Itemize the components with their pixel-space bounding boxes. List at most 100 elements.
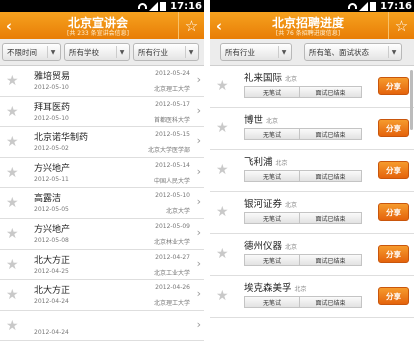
star-icon[interactable]: ★ <box>216 163 229 177</box>
back-button[interactable]: ‹ <box>0 12 18 39</box>
star-icon[interactable]: ★ <box>216 247 229 261</box>
interview-status: 面试已结束 <box>300 86 362 98</box>
industry-filter-dropdown[interactable]: 所有行业 ▼ <box>133 43 199 61</box>
seminar-row[interactable]: ★ 2012-04-24 › <box>0 310 204 341</box>
city-label: 北京 <box>275 160 288 167</box>
star-icon[interactable]: ★ <box>6 258 19 272</box>
battery-icon <box>160 1 167 11</box>
chevron-right-icon: › <box>196 256 201 270</box>
school-filter-dropdown[interactable]: 所有学校 ▼ <box>64 43 130 61</box>
city-label: 北京 <box>285 244 298 251</box>
publish-date: 2012-05-10 <box>34 84 69 91</box>
publish-date: 2012-04-24 <box>34 328 69 336</box>
university-name: 北京大学 <box>165 208 190 216</box>
seminar-date: 2012-05-09 <box>155 222 190 230</box>
written-exam-status: 无笔试 <box>244 254 300 266</box>
recruit-progress-screen: 17:16 ‹ 北京招聘进度 [共 76 条招聘进度信息] ☆ 所有行业 ▼ 所… <box>210 0 414 341</box>
seminar-row[interactable]: ★ 雅培贸易 2012-05-24 2012-05-10 北京理工大学 › <box>0 66 204 97</box>
progress-indicator: 无笔试 面试已结束 <box>244 128 362 140</box>
chevron-down-icon: ▼ <box>116 46 127 58</box>
back-button[interactable]: ‹ <box>210 12 228 39</box>
company-name-text: 德州仪器 <box>244 241 283 252</box>
seminar-screen: 17:16 ‹ 北京宣讲会 [共 233 条宣讲会信息] ☆ 不限时间 ▼ 所有… <box>0 0 204 341</box>
seminar-row[interactable]: ★ 北大方正 2012-04-27 2012-04-25 北京工业大学 › <box>0 249 204 281</box>
progress-row[interactable]: ★ 德州仪器 北京 无笔试 面试已结束 分享 <box>210 234 414 276</box>
chevron-down-icon: ▼ <box>185 46 196 58</box>
star-icon[interactable]: ★ <box>6 135 19 149</box>
written-exam-status: 无笔试 <box>244 170 300 182</box>
publish-date: 2012-04-25 <box>34 267 69 275</box>
written-exam-status: 无笔试 <box>244 296 300 308</box>
share-button[interactable]: 分享 <box>378 161 409 179</box>
wifi-icon <box>348 3 358 9</box>
star-icon[interactable]: ★ <box>216 289 229 303</box>
seminar-row[interactable]: ★ 高露洁 2012-05-10 2012-05-05 北京大学 › <box>0 188 204 219</box>
share-button[interactable]: 分享 <box>378 77 409 95</box>
company-name: 埃克森美孚 北京 <box>244 280 307 294</box>
seminar-date: 2012-04-27 <box>155 253 190 261</box>
publish-date: 2012-05-10 <box>34 114 69 122</box>
company-name-text: 银河证券 <box>244 199 283 210</box>
star-icon[interactable]: ★ <box>6 288 19 302</box>
industry-filter-label: 所有行业 <box>138 47 168 57</box>
battery-icon <box>370 1 377 11</box>
progress-row[interactable]: ★ 博世 北京无笔试 面试已结束 分享 <box>210 108 414 150</box>
company-name: 方兴地产 <box>34 163 71 174</box>
seminar-row[interactable]: ★ 拜耳医药 2012-05-17 2012-05-10 首都医科大学 › <box>0 96 204 128</box>
university-name: 首都医科大学 <box>153 116 190 124</box>
star-icon[interactable]: ★ <box>6 105 19 119</box>
written-exam-status: 无笔试 <box>244 86 300 98</box>
city-label: 北京 <box>266 118 279 125</box>
interview-status: 面试已结束 <box>300 296 362 308</box>
chevron-down-icon: ▼ <box>278 46 289 58</box>
star-icon[interactable]: ★ <box>6 196 19 210</box>
star-icon[interactable]: ★ <box>6 319 19 333</box>
company-name-text: 博世 <box>244 115 264 126</box>
company-name: 德州仪器 北京 <box>244 238 297 252</box>
seminar-date: 2012-05-10 <box>155 192 190 200</box>
progress-row[interactable]: ★ 礼来国际 北京 无笔试 面试已结束 分享 <box>210 66 414 108</box>
share-button[interactable]: 分享 <box>378 203 409 221</box>
share-button[interactable]: 分享 <box>378 287 409 305</box>
progress-row[interactable]: ★ 银河证券 北京 无笔试 面试已结束 分享 <box>210 192 414 234</box>
star-icon[interactable]: ★ <box>6 227 19 241</box>
exam-status-filter-dropdown[interactable]: 所有笔、面试状态 ▼ <box>304 43 402 61</box>
progress-indicator: 无笔试 面试已结束 <box>244 296 362 308</box>
city-label: 北京 <box>285 202 298 209</box>
company-name: 高露洁 <box>34 194 62 205</box>
star-icon[interactable]: ★ <box>6 74 19 88</box>
share-button[interactable]: 分享 <box>378 119 409 137</box>
publish-date: 2012-05-08 <box>34 236 69 244</box>
status-time: 17:16 <box>170 0 202 12</box>
star-icon[interactable]: ★ <box>216 79 229 93</box>
scrollbar[interactable] <box>410 70 413 130</box>
industry-filter-dropdown[interactable]: 所有行业 ▼ <box>220 43 292 61</box>
university-name: 北京林业大学 <box>153 238 190 246</box>
publish-date: 2012-05-05 <box>34 206 69 214</box>
company-name-text: 埃克森美孚 <box>244 283 292 294</box>
chevron-down-icon: ▼ <box>47 46 58 58</box>
written-exam-status: 无笔试 <box>244 212 300 224</box>
wifi-icon <box>138 3 148 9</box>
status-bar: 17:16 <box>210 0 414 12</box>
seminar-row[interactable]: ★ 北大方正 2012-04-26 2012-04-24 北京理工大学 › <box>0 280 204 311</box>
seminar-row[interactable]: ★ 北京诺华制药 2012-05-15 2012-05-02 北京大学医学部 › <box>0 127 204 158</box>
favorites-button[interactable]: ☆ <box>388 12 414 39</box>
seminar-row[interactable]: ★ 方兴地产 2012-05-09 2012-05-08 北京林业大学 › <box>0 218 204 250</box>
chevron-right-icon: › <box>196 317 201 331</box>
favorites-button[interactable]: ☆ <box>178 12 204 39</box>
university-name: 北京大学医学部 <box>147 147 190 155</box>
progress-list: ★ 礼来国际 北京 无笔试 面试已结束 分享 ★ 博世 北京 无笔试 面试已结束 分享 ★ 飞利浦 北京 无笔… <box>210 66 414 318</box>
university-name: 北京理工大学 <box>153 300 190 308</box>
seminar-row[interactable]: ★ 方兴地产 2012-05-14 2012-05-11 中国人民大学 › <box>0 157 204 189</box>
star-icon: ☆ <box>184 16 199 35</box>
star-icon[interactable]: ★ <box>6 166 19 180</box>
progress-row[interactable]: ★ 埃克森美孚 北京 无笔试 面试已结束 分享 <box>210 276 414 318</box>
star-icon[interactable]: ★ <box>216 121 229 135</box>
time-filter-dropdown[interactable]: 不限时间 ▼ <box>2 43 61 61</box>
chevron-right-icon: › <box>196 287 201 301</box>
star-icon[interactable]: ★ <box>216 205 229 219</box>
company-name: 拜耳医药 <box>34 102 71 113</box>
progress-row[interactable]: ★ 飞利浦 北京 无笔试 面试已结束 分享 <box>210 150 414 192</box>
share-button[interactable]: 分享 <box>378 245 409 263</box>
